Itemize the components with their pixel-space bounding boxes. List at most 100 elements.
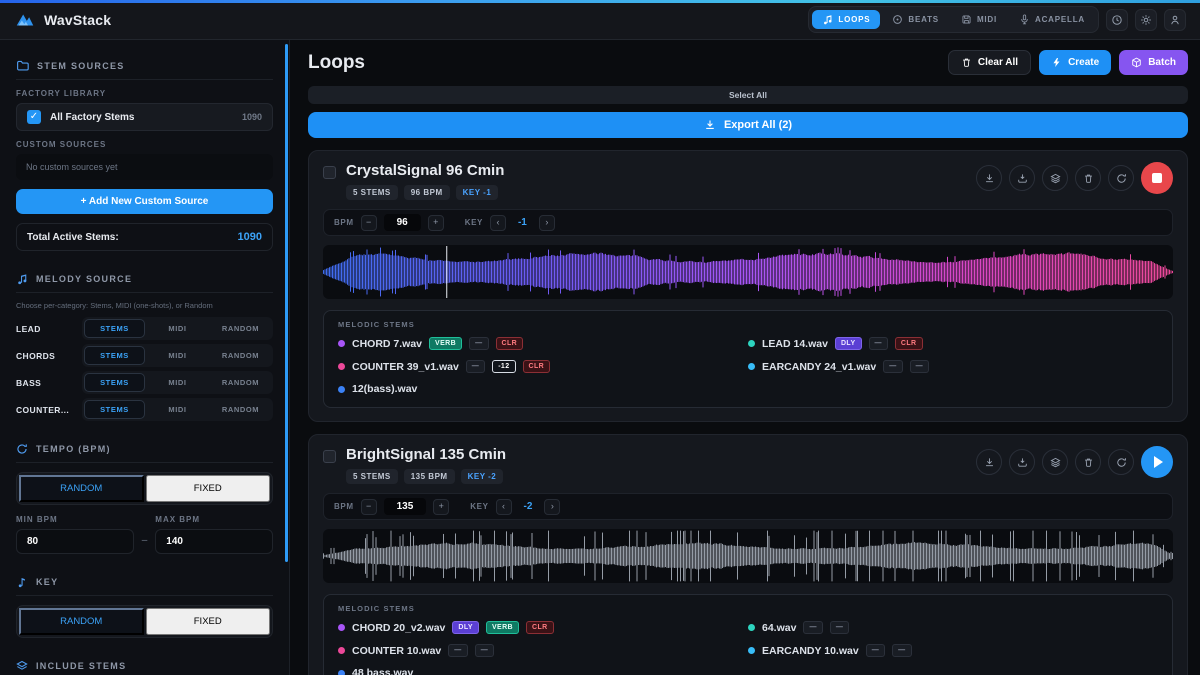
melody-option-random[interactable]: RANDOM bbox=[210, 319, 271, 338]
regenerate-loop-button[interactable] bbox=[1108, 165, 1134, 191]
waveform[interactable] bbox=[323, 529, 1173, 583]
fx-clr-chip[interactable]: CLR bbox=[526, 621, 554, 634]
bpm-increase-button[interactable]: + bbox=[428, 215, 444, 231]
clear-all-button[interactable]: Clear All bbox=[948, 50, 1031, 75]
layers-icon bbox=[1050, 457, 1061, 468]
key-random-option[interactable]: RANDOM bbox=[19, 608, 144, 635]
fx-dash-chip[interactable]: — bbox=[892, 644, 911, 657]
brand-name: WavStack bbox=[44, 12, 111, 28]
fx-clr-chip[interactable]: CLR bbox=[895, 337, 923, 350]
clear-all-label: Clear All bbox=[978, 57, 1018, 68]
melody-option-stems[interactable]: STEMS bbox=[84, 346, 145, 365]
tab-beats[interactable]: BEATS bbox=[882, 10, 949, 29]
loop-select-checkbox[interactable] bbox=[323, 450, 336, 463]
download-stems-button[interactable] bbox=[1009, 449, 1035, 475]
melody-row-switch: STEMS MIDI RANDOM bbox=[82, 344, 273, 367]
melody-option-random[interactable]: RANDOM bbox=[210, 400, 271, 419]
stems-layers-button[interactable] bbox=[1042, 165, 1068, 191]
tab-loops[interactable]: LOOPS bbox=[812, 10, 880, 29]
bpm-increase-button[interactable]: + bbox=[433, 499, 449, 515]
melody-option-stems[interactable]: STEMS bbox=[84, 373, 145, 392]
key-down-button[interactable]: ‹ bbox=[490, 215, 506, 231]
stems-layers-button[interactable] bbox=[1042, 449, 1068, 475]
melody-option-midi[interactable]: MIDI bbox=[147, 346, 208, 365]
fx-dly-chip[interactable]: DLY bbox=[452, 621, 479, 634]
stem-sources-title: STEM SOURCES bbox=[37, 61, 125, 71]
fx-dash-chip[interactable]: — bbox=[866, 644, 885, 657]
disc-icon bbox=[892, 14, 903, 25]
total-active-stems-label: Total Active Stems: bbox=[27, 232, 119, 243]
loop-select-checkbox[interactable] bbox=[323, 166, 336, 179]
settings-button[interactable] bbox=[1135, 9, 1157, 31]
fx-verb-chip[interactable]: VERB bbox=[486, 621, 519, 634]
fx-verb-chip[interactable]: VERB bbox=[429, 337, 462, 350]
loop-badge: 5 STEMS bbox=[346, 469, 398, 484]
total-active-stems: Total Active Stems: 1090 bbox=[16, 223, 273, 251]
regenerate-loop-button[interactable] bbox=[1108, 449, 1134, 475]
transport-button[interactable] bbox=[1141, 162, 1173, 194]
key-fixed-option[interactable]: FIXED bbox=[146, 608, 271, 635]
fx-dash-chip[interactable]: — bbox=[469, 337, 488, 350]
stem-sources-header: STEM SOURCES bbox=[16, 52, 273, 80]
fx-dash-chip[interactable]: — bbox=[466, 360, 485, 373]
select-all-button[interactable]: Select All bbox=[308, 86, 1188, 104]
export-all-button[interactable]: Export All (2) bbox=[308, 112, 1188, 138]
max-bpm-input[interactable] bbox=[155, 529, 273, 554]
bpm-decrease-button[interactable]: − bbox=[361, 215, 377, 231]
factory-stems-checkbox[interactable]: ✓ bbox=[27, 110, 41, 124]
min-bpm-input[interactable] bbox=[16, 529, 134, 554]
history-button[interactable] bbox=[1106, 9, 1128, 31]
fx-clr-chip[interactable]: CLR bbox=[523, 360, 551, 373]
melody-option-midi[interactable]: MIDI bbox=[147, 319, 208, 338]
melody-row-label: CHORDS bbox=[16, 351, 82, 361]
factory-stems-row[interactable]: ✓ All Factory Stems 1090 bbox=[16, 103, 273, 131]
download-loop-button[interactable] bbox=[976, 449, 1002, 475]
fx-dash-chip[interactable]: — bbox=[803, 621, 822, 634]
fx-pitch-chip[interactable]: -12 bbox=[492, 360, 515, 373]
key-down-button[interactable]: ‹ bbox=[496, 499, 512, 515]
waveform[interactable] bbox=[323, 245, 1173, 299]
fx-dash-chip[interactable]: — bbox=[869, 337, 888, 350]
transport-button[interactable] bbox=[1141, 446, 1173, 478]
music-note-icon bbox=[822, 14, 833, 25]
fx-dash-chip[interactable]: — bbox=[448, 644, 467, 657]
melody-option-random[interactable]: RANDOM bbox=[210, 373, 271, 392]
melody-option-midi[interactable]: MIDI bbox=[147, 400, 208, 419]
loop-controls: BPM − 135 + KEY ‹ -2 › bbox=[323, 493, 1173, 520]
play-icon bbox=[1154, 456, 1163, 468]
melody-option-midi[interactable]: MIDI bbox=[147, 373, 208, 392]
bpm-value[interactable]: 135 bbox=[384, 498, 427, 515]
delete-loop-button[interactable] bbox=[1075, 165, 1101, 191]
delete-loop-button[interactable] bbox=[1075, 449, 1101, 475]
melody-option-random[interactable]: RANDOM bbox=[210, 346, 271, 365]
stem-item: COUNTER 39_v1.wav —-12CLR bbox=[338, 360, 748, 373]
melody-option-stems[interactable]: STEMS bbox=[84, 319, 145, 338]
download-loop-button[interactable] bbox=[976, 165, 1002, 191]
key-up-button[interactable]: › bbox=[539, 215, 555, 231]
fx-dly-chip[interactable]: DLY bbox=[835, 337, 862, 350]
stem-item: COUNTER 10.wav —— bbox=[338, 644, 748, 657]
download-stems-button[interactable] bbox=[1009, 165, 1035, 191]
add-custom-source-button[interactable]: + Add New Custom Source bbox=[16, 189, 273, 214]
tempo-random-option[interactable]: RANDOM bbox=[19, 475, 144, 502]
batch-button[interactable]: Batch bbox=[1119, 50, 1188, 75]
sidebar-scrollbar[interactable] bbox=[285, 44, 288, 562]
tab-acapella[interactable]: ACAPELLA bbox=[1009, 10, 1095, 29]
melody-option-stems[interactable]: STEMS bbox=[84, 400, 145, 419]
account-button[interactable] bbox=[1164, 9, 1186, 31]
trash-icon bbox=[1083, 457, 1094, 468]
download-icon bbox=[984, 173, 995, 184]
fx-clr-chip[interactable]: CLR bbox=[496, 337, 524, 350]
tab-midi[interactable]: MIDI bbox=[951, 10, 1007, 29]
stems-column-left: CHORD 20_v2.wav DLYVERBCLR COUNTER 10.wa… bbox=[338, 621, 748, 675]
create-button[interactable]: Create bbox=[1039, 50, 1111, 75]
tempo-fixed-option[interactable]: FIXED bbox=[146, 475, 271, 502]
fx-dash-chip[interactable]: — bbox=[910, 360, 929, 373]
bpm-decrease-button[interactable]: − bbox=[361, 499, 377, 515]
bpm-value[interactable]: 96 bbox=[384, 214, 421, 231]
fx-dash-chip[interactable]: — bbox=[883, 360, 902, 373]
key-up-button[interactable]: › bbox=[544, 499, 560, 515]
fx-dash-chip[interactable]: — bbox=[475, 644, 494, 657]
fx-dash-chip[interactable]: — bbox=[830, 621, 849, 634]
tempo-mode-switch: RANDOM FIXED bbox=[16, 472, 273, 505]
